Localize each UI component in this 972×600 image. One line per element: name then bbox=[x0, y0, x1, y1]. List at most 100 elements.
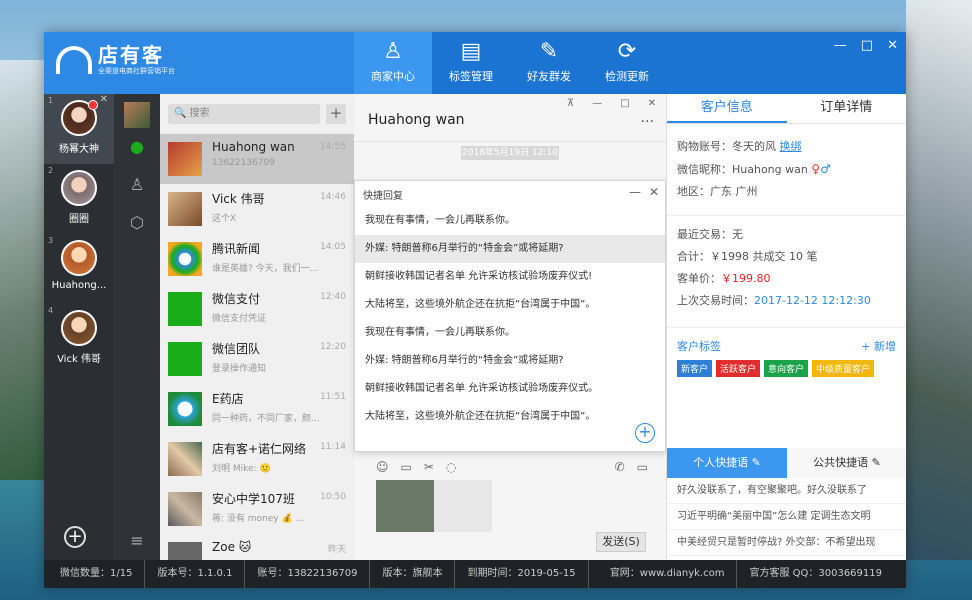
unbind-link[interactable]: 换绑 bbox=[780, 140, 802, 153]
contacts-icon[interactable]: ♙ bbox=[114, 166, 160, 204]
close-icon[interactable]: ✕ bbox=[100, 94, 108, 105]
pin-icon[interactable]: ⊼ bbox=[567, 98, 574, 109]
conversation-time: 14:46 bbox=[320, 192, 346, 202]
tag-mid-quality[interactable]: 中级质量客户 bbox=[812, 360, 875, 377]
quick-reply-item[interactable]: 外媒: 特朗普称6月举行的“特金会”或将延期? bbox=[355, 235, 665, 263]
add-quick-reply-icon[interactable]: + bbox=[635, 423, 655, 443]
add-account-icon[interactable]: + bbox=[64, 526, 86, 548]
search-placeholder: 搜索 bbox=[189, 108, 210, 119]
quick-reply-item[interactable]: 大陆将至，这些境外航企还在抗拒“台湾属于中国”。 bbox=[355, 291, 665, 319]
account-number: 2 bbox=[48, 166, 54, 175]
account-item[interactable]: 1 ✕ 杨幂大神 bbox=[44, 94, 114, 164]
emoji-icon[interactable]: ☺ bbox=[376, 460, 389, 474]
quick-reply-item[interactable]: 我现在有事情，一会儿再联系你。 bbox=[355, 207, 665, 235]
group-avatar bbox=[168, 442, 202, 476]
conversation-item[interactable]: E药店 同一种药，不同厂家，颜... 11:51 bbox=[160, 384, 354, 434]
background-mountain-right bbox=[906, 0, 972, 560]
conversation-item[interactable]: Huahong wan 13622136709 14:55 bbox=[160, 134, 354, 184]
account-item[interactable]: 2 圈圈 bbox=[44, 164, 114, 234]
scissors-icon[interactable]: ✂ bbox=[424, 460, 434, 474]
region: 地区：广东 广州 bbox=[677, 185, 758, 198]
pharmacy-icon bbox=[168, 392, 202, 426]
add-tag-button[interactable]: + 新增 bbox=[861, 338, 896, 354]
tab-label: 公共快捷语 bbox=[813, 456, 869, 469]
conversation-item[interactable]: 安心中学107班 蒋: 没有 money 💰 ... 10:50 bbox=[160, 484, 354, 534]
official-site[interactable]: 官网：www.dianyk.com bbox=[610, 560, 738, 588]
window-controls: — □ ✕ bbox=[834, 38, 898, 53]
phrase-item[interactable]: 中美经贸只是暂时停战? 外交部：不希望出现 bbox=[667, 530, 906, 556]
edit-icon[interactable]: ✎ bbox=[872, 456, 881, 469]
quick-reply-item[interactable]: 大陆将至，这些境外航企还在抗拒“台湾属于中国”。 bbox=[355, 403, 665, 431]
tag-intent-customer[interactable]: 意向客户 bbox=[764, 360, 809, 377]
minimize-icon[interactable]: — bbox=[629, 185, 641, 199]
search-input[interactable]: 🔍 搜索 bbox=[168, 104, 320, 124]
phone-icon[interactable]: ✆ bbox=[615, 460, 625, 474]
maximize-icon[interactable]: □ bbox=[620, 98, 629, 109]
account-item[interactable]: 4 Vick 伟哥 bbox=[44, 304, 114, 374]
app-window: 店有客 全渠道电商社群营销平台 ♙ 商家中心 ▤ 标签管理 ✎ 好友群发 ⟳ 检… bbox=[44, 32, 906, 588]
conversation-item[interactable]: Zoe 🐱 昨天 bbox=[160, 534, 354, 560]
tab-public-phrases[interactable]: 公共快捷语 ✎ bbox=[787, 448, 906, 478]
video-icon[interactable]: ▭ bbox=[637, 460, 648, 474]
add-chat-button[interactable]: + bbox=[326, 104, 346, 124]
minimize-icon[interactable]: — bbox=[592, 98, 602, 109]
tab-customer-info[interactable]: 客户信息 bbox=[667, 94, 787, 123]
cube-icon[interactable]: ⬡ bbox=[114, 204, 160, 242]
nav-check-update[interactable]: ⟳ 检测更新 bbox=[588, 32, 666, 94]
wechat-count: 微信数量：1/15 bbox=[60, 560, 146, 588]
unread-badge bbox=[88, 100, 98, 110]
nav-friend-broadcast[interactable]: ✎ 好友群发 bbox=[510, 32, 588, 94]
tab-personal-phrases[interactable]: 个人快捷语 ✎ bbox=[667, 448, 787, 478]
unit-price-label: 客单价： bbox=[677, 272, 721, 285]
nav-label: 商家中心 bbox=[371, 70, 415, 83]
conversation-name: Zoe 🐱 bbox=[212, 540, 252, 554]
nav-tag-management[interactable]: ▤ 标签管理 bbox=[432, 32, 510, 94]
account-name: 圈圈 bbox=[69, 214, 89, 225]
tool-sidebar: ● ♙ ⬡ ≡ bbox=[114, 94, 160, 560]
conversation-item[interactable]: 微信支付 微信支付凭证 12:40 bbox=[160, 284, 354, 334]
phrase-item[interactable]: 好久没联系了，有空聚聚吧。好久没联系了 bbox=[667, 478, 906, 504]
group-avatar bbox=[168, 492, 202, 526]
quick-reply-item[interactable]: 外媒: 特朗普称6月举行的“特金会”或将延期? bbox=[355, 347, 665, 375]
quick-reply-item[interactable]: 朝鲜接收韩国记者名单 允许采访核试验场废弃仪式。 bbox=[355, 375, 665, 403]
quick-reply-item[interactable]: 朝鲜接收韩国记者名单 允许采访核试验场废弃仪式! bbox=[355, 263, 665, 291]
quick-reply-item[interactable]: 我现在有事情，一会儿再联系你。 bbox=[355, 319, 665, 347]
screenshot-attachment[interactable] bbox=[376, 480, 492, 532]
nav-merchant-center[interactable]: ♙ 商家中心 bbox=[354, 32, 432, 94]
tag-new-customer[interactable]: 新客户 bbox=[677, 360, 713, 377]
tag-active-customer[interactable]: 活跃客户 bbox=[716, 360, 761, 377]
account-item[interactable]: 3 Huahong... bbox=[44, 234, 114, 304]
chat-bubble-icon[interactable]: ◌ bbox=[446, 460, 456, 474]
shop-account: 购物账号：冬天的风 bbox=[677, 140, 776, 153]
conversation-preview: 微信支付凭证 bbox=[212, 314, 267, 324]
tag-doc-icon: ▤ bbox=[460, 39, 482, 64]
conversation-item[interactable]: 微信团队 登录操作通知 12:20 bbox=[160, 334, 354, 384]
edit-icon[interactable]: ✎ bbox=[752, 456, 761, 469]
send-button[interactable]: 发送(S) bbox=[596, 532, 646, 552]
folder-icon[interactable]: ▭ bbox=[401, 460, 412, 474]
conversation-item[interactable]: 店有客+诺仁网络 刘明 Mike: 🙂 11:14 bbox=[160, 434, 354, 484]
maximize-icon[interactable]: □ bbox=[861, 38, 873, 53]
trade-total: 合计：￥1998 共成交 10 笔 bbox=[677, 250, 818, 263]
logo-title: 店有客 bbox=[98, 43, 164, 67]
conversation-time: 14:55 bbox=[320, 142, 346, 152]
menu-icon[interactable]: ≡ bbox=[114, 531, 160, 550]
close-icon[interactable]: ✕ bbox=[649, 185, 659, 199]
phrase-item[interactable]: 习近平明确“美丽中国”怎么建 定调生态文明 bbox=[667, 504, 906, 530]
close-icon[interactable]: ✕ bbox=[648, 98, 656, 109]
more-icon[interactable]: ··· bbox=[641, 114, 654, 130]
conversation-item[interactable]: 腾讯新闻 谁是英雄? 今天，我们一... 14:05 bbox=[160, 234, 354, 284]
account-number: 3 bbox=[48, 236, 54, 245]
conversation-preview: 13622136709 bbox=[212, 158, 275, 168]
profile-thumbnail[interactable] bbox=[124, 102, 150, 128]
app-logo: 店有客 全渠道电商社群营销平台 bbox=[56, 44, 175, 76]
close-icon[interactable]: ✕ bbox=[887, 38, 898, 53]
chat-icon[interactable]: ● bbox=[114, 128, 160, 166]
last-trade-row: 上次交易时间：2017-12-12 12:12:30 bbox=[667, 290, 906, 312]
conversation-item[interactable]: Vick 伟哥 这个X 14:46 bbox=[160, 184, 354, 234]
minimize-icon[interactable]: — bbox=[834, 38, 847, 53]
version-number: 版本号：1.1.0.1 bbox=[157, 560, 246, 588]
logo-subtitle: 全渠道电商社群营销平台 bbox=[98, 67, 175, 75]
account-number: 账号：13822136709 bbox=[257, 560, 371, 588]
tab-order-details[interactable]: 订单详情 bbox=[787, 94, 907, 123]
